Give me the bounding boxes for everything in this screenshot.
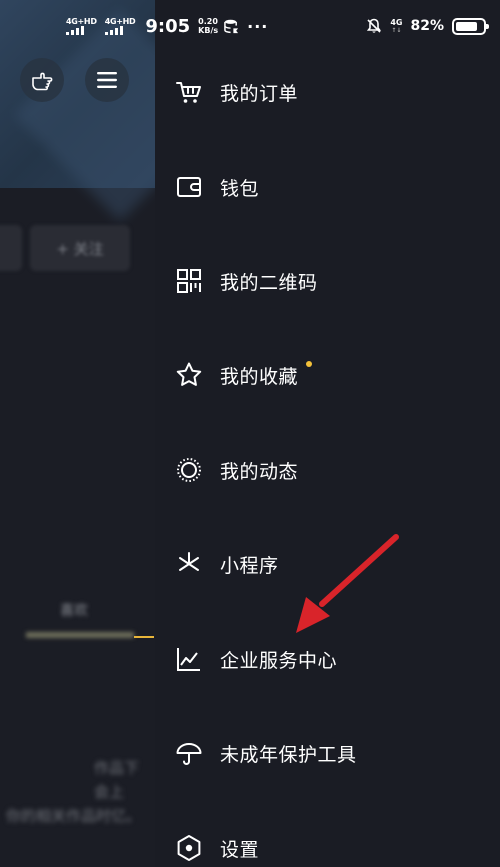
status-bar: 4G+HD 4G+HD 9:05 0.20 KB/s ··· 4G ↑↓ 82%: [0, 0, 500, 52]
side-drawer-menu: 我的订单 钱包 我的二维码 我的收藏 我的动态 小程序 企业服务中心 未成年保护…: [155, 0, 500, 867]
battery-fill: [456, 21, 478, 31]
qrcode-icon: [177, 269, 201, 293]
background-tab-likes: 喜欢: [60, 603, 88, 619]
signal-bars-icon: [66, 26, 84, 35]
background-profile-page: + 关注 喜欢 作品下会上 你的相关作品时亿。: [0, 0, 155, 867]
background-empty-text: 作品下会上 你的相关作品时亿。: [0, 756, 150, 828]
menu-item-settings[interactable]: 设置: [155, 816, 500, 867]
menu-item-label: 我的订单: [220, 82, 299, 105]
clock: 9:05: [145, 15, 191, 37]
menu-item-orders[interactable]: 我的订单: [155, 60, 500, 124]
menu-item-label: 钱包: [220, 177, 260, 200]
network-speed: 0.20 KB/s: [198, 17, 218, 35]
menu-item-miniprogram[interactable]: 小程序: [155, 532, 500, 596]
background-follow-button: + 关注: [30, 225, 130, 271]
database-icon: [224, 19, 239, 33]
hexagon-settings-icon: [177, 835, 201, 861]
status-right: 4G ↑↓ 82%: [366, 17, 489, 35]
battery-cap: [486, 23, 489, 29]
menu-item-enterprise[interactable]: 企业服务中心: [155, 627, 500, 691]
line-chart-icon: [177, 648, 200, 671]
new-badge-dot: [306, 361, 312, 367]
menu-item-minor-protection[interactable]: 未成年保护工具: [155, 721, 500, 785]
cart-icon: [176, 82, 201, 103]
menu-button[interactable]: [85, 58, 129, 102]
menu-item-favorites[interactable]: 我的收藏: [155, 343, 500, 407]
umbrella-icon: [176, 743, 202, 765]
network-type-bottom: ↑↓: [391, 27, 402, 34]
menu-item-wallet[interactable]: 钱包: [155, 155, 500, 219]
background-edit-button: [0, 225, 22, 271]
star-icon: [176, 362, 202, 386]
dotted-circle-icon: [177, 458, 201, 482]
network-type: 4G ↑↓: [390, 18, 402, 34]
menu-item-label: 设置: [220, 838, 260, 861]
menu-item-label: 未成年保护工具: [220, 743, 357, 766]
network-type-top: 4G: [390, 18, 403, 27]
signal-sim2: 4G+HD: [104, 17, 136, 35]
background-text-line1: 作品下会上: [94, 759, 140, 801]
signal-sim1: 4G+HD: [66, 17, 97, 35]
mute-bell-icon: [367, 18, 382, 33]
asterisk-icon: [179, 552, 199, 571]
signal-sim1-tag: 4G+HD: [66, 17, 97, 26]
wallet-icon: [177, 177, 201, 197]
hamburger-icon: [97, 72, 117, 88]
signal-bars-icon: [104, 26, 123, 35]
signal-sim2-tag: 4G+HD: [104, 17, 136, 26]
network-speed-value: 0.20: [198, 17, 218, 26]
menu-item-label: 企业服务中心: [220, 649, 338, 672]
network-speed-unit: KB/s: [198, 26, 219, 35]
menu-item-label: 我的收藏: [220, 365, 299, 388]
menu-item-label: 我的二维码: [220, 271, 318, 294]
hand-point-icon: [32, 72, 53, 91]
more-notifications-icon: ···: [247, 16, 269, 36]
battery-percent: 82%: [410, 18, 444, 34]
battery-icon: [452, 17, 489, 35]
background-tab-accent: [134, 636, 154, 638]
menu-item-qrcode[interactable]: 我的二维码: [155, 249, 500, 313]
background-text-line2: 你的相关作品时亿。: [6, 807, 142, 825]
background-tab-underline: [26, 632, 134, 638]
hand-point-button[interactable]: [20, 58, 64, 102]
menu-item-moments[interactable]: 我的动态: [155, 438, 500, 502]
background-follow-label: + 关注: [56, 239, 104, 258]
menu-item-label: 我的动态: [220, 460, 299, 483]
menu-item-label: 小程序: [220, 554, 279, 577]
